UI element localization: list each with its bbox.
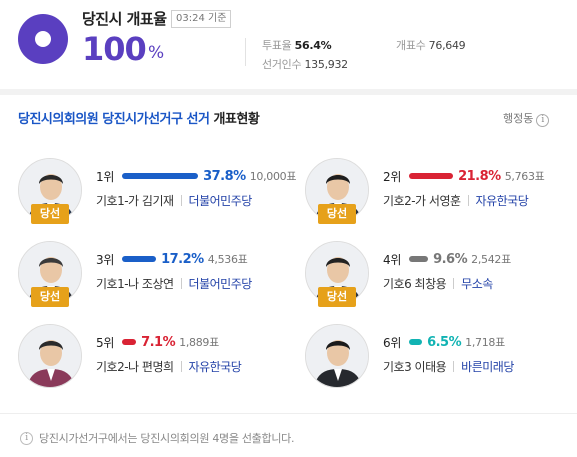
rank-label: 4위 (383, 252, 402, 267)
party-link[interactable]: 자유한국당 (189, 358, 242, 375)
party-link[interactable]: 바른미래당 (461, 358, 514, 375)
result-line: 4위 9.6% 2,542표 (383, 251, 511, 267)
candidate-name[interactable]: 기호3 이태용 (383, 358, 447, 375)
turnout-label: 투표율 (262, 39, 292, 52)
elected-badge: 당선 (318, 287, 356, 307)
rank-label: 1위 (96, 169, 115, 184)
section-title: 당진시의회의원 당진시가선거구 선거 개표현황 (18, 108, 260, 127)
counted-stat: 개표수 76,649 (396, 37, 466, 53)
electorate-label: 선거인수 (262, 58, 302, 71)
turnout-stat: 투표율 56.4% (262, 37, 332, 53)
candidate-name[interactable]: 기호2-가 서영훈 (383, 192, 461, 209)
divider (180, 278, 182, 289)
result-line: 1위 37.8% 10,000표 (96, 168, 297, 184)
vote-share-bar (122, 256, 157, 262)
electorate-value: 135,932 (304, 58, 348, 71)
turnout-value: 56.4% (294, 39, 332, 52)
vote-share-bar (409, 339, 423, 345)
party-link[interactable]: 무소속 (461, 275, 493, 292)
candidate-name[interactable]: 기호1-가 김기재 (96, 192, 174, 209)
candidate-info: 기호1-나 조상연 더불어민주당 (96, 275, 252, 292)
elected-badge: 당선 (31, 204, 69, 224)
section-separator (0, 89, 577, 95)
vote-share-percent: 9.6% (433, 251, 468, 267)
candidate-name[interactable]: 기호2-나 편명희 (96, 358, 174, 375)
result-line: 2위 21.8% 5,763표 (383, 168, 545, 184)
vote-share-bar (122, 173, 199, 179)
info-icon: i (536, 114, 550, 127)
region-title: 당진시 개표율 (82, 10, 167, 28)
result-line: 3위 17.2% 4,536표 (96, 251, 248, 267)
district-link[interactable]: 행정동 i (503, 110, 550, 127)
party-link[interactable]: 더불어민주당 (189, 192, 253, 209)
vote-share-percent: 7.1% (141, 334, 176, 350)
footer-note-text: 당진시가선거구에서는 당진시의회의원 4명을 선출합니다. (39, 432, 295, 445)
vote-count: 5,763표 (504, 170, 545, 183)
vote-share-percent: 21.8% (458, 168, 501, 184)
section-title-election: 당진시의회의원 당진시가선거구 선거 (18, 112, 210, 127)
party-link[interactable]: 더불어민주당 (189, 275, 253, 292)
candidate-card[interactable]: 당선 2위 21.8% 5,763표기호2-가 서영훈 자유한국당 (305, 158, 575, 238)
candidate-card[interactable]: 당선 4위 9.6% 2,542표기호6 최창용 무소속 (305, 241, 575, 321)
vote-share-bar (409, 256, 429, 262)
time-badge: 03:24 기준 (171, 10, 232, 28)
divider (467, 195, 469, 206)
footer-divider (0, 413, 577, 414)
party-link[interactable]: 자유한국당 (476, 192, 529, 209)
elected-badge: 당선 (318, 204, 356, 224)
counted-label: 개표수 (396, 39, 426, 52)
header: 당진시 개표율 03:24 기준 100 % 투표율 56.4% 개표수 76,… (0, 0, 577, 88)
vote-count: 2,542표 (471, 253, 511, 266)
candidate-card[interactable]: 5위 7.1% 1,889표기호2-나 편명희 자유한국당 (18, 324, 288, 404)
candidate-card[interactable]: 당선 1위 37.8% 10,000표기호1-가 김기재 더불어민주당 (18, 158, 297, 238)
vote-share-percent: 17.2% (161, 251, 204, 267)
candidate-info: 기호2-나 편명희 자유한국당 (96, 358, 242, 375)
divider (453, 361, 455, 372)
section-title-status: 개표현황 (213, 112, 260, 127)
turnout-donut-icon (18, 14, 68, 64)
divider (180, 195, 182, 206)
rank-label: 2위 (383, 169, 402, 184)
result-line: 6위 6.5% 1,718표 (383, 334, 505, 350)
divider (245, 38, 246, 66)
vote-share-bar (122, 339, 137, 345)
vote-count: 1,718표 (465, 336, 505, 349)
candidate-card[interactable]: 당선 3위 17.2% 4,536표기호1-나 조상연 더불어민주당 (18, 241, 288, 321)
candidate-card[interactable]: 6위 6.5% 1,718표기호3 이태용 바른미래당 (305, 324, 575, 404)
candidate-photo (305, 324, 369, 388)
footer-note: i 당진시가선거구에서는 당진시의회의원 4명을 선출합니다. (20, 430, 294, 446)
candidate-name[interactable]: 기호6 최창용 (383, 275, 447, 292)
divider (180, 361, 182, 372)
elected-badge: 당선 (31, 287, 69, 307)
count-rate: 100 (82, 30, 147, 68)
candidate-info: 기호2-가 서영훈 자유한국당 (383, 192, 529, 209)
vote-count: 1,889표 (179, 336, 219, 349)
electorate-stat: 선거인수 135,932 (262, 56, 348, 72)
count-rate-unit: % (148, 43, 165, 63)
vote-share-bar (409, 173, 454, 179)
divider (453, 278, 455, 289)
rank-label: 5위 (96, 335, 115, 350)
vote-count: 10,000표 (249, 170, 297, 183)
candidate-info: 기호6 최창용 무소속 (383, 275, 493, 292)
candidate-photo (18, 324, 82, 388)
rank-label: 6위 (383, 335, 402, 350)
candidate-info: 기호3 이태용 바른미래당 (383, 358, 514, 375)
counted-value: 76,649 (428, 39, 466, 52)
candidate-info: 기호1-가 김기재 더불어민주당 (96, 192, 252, 209)
info-icon: i (20, 431, 33, 445)
vote-share-percent: 37.8% (203, 168, 246, 184)
district-link-label: 행정동 (503, 112, 534, 125)
rank-label: 3위 (96, 252, 115, 267)
result-line: 5위 7.1% 1,889표 (96, 334, 219, 350)
vote-share-percent: 6.5% (427, 334, 462, 350)
candidate-name[interactable]: 기호1-나 조상연 (96, 275, 174, 292)
vote-count: 4,536표 (207, 253, 248, 266)
